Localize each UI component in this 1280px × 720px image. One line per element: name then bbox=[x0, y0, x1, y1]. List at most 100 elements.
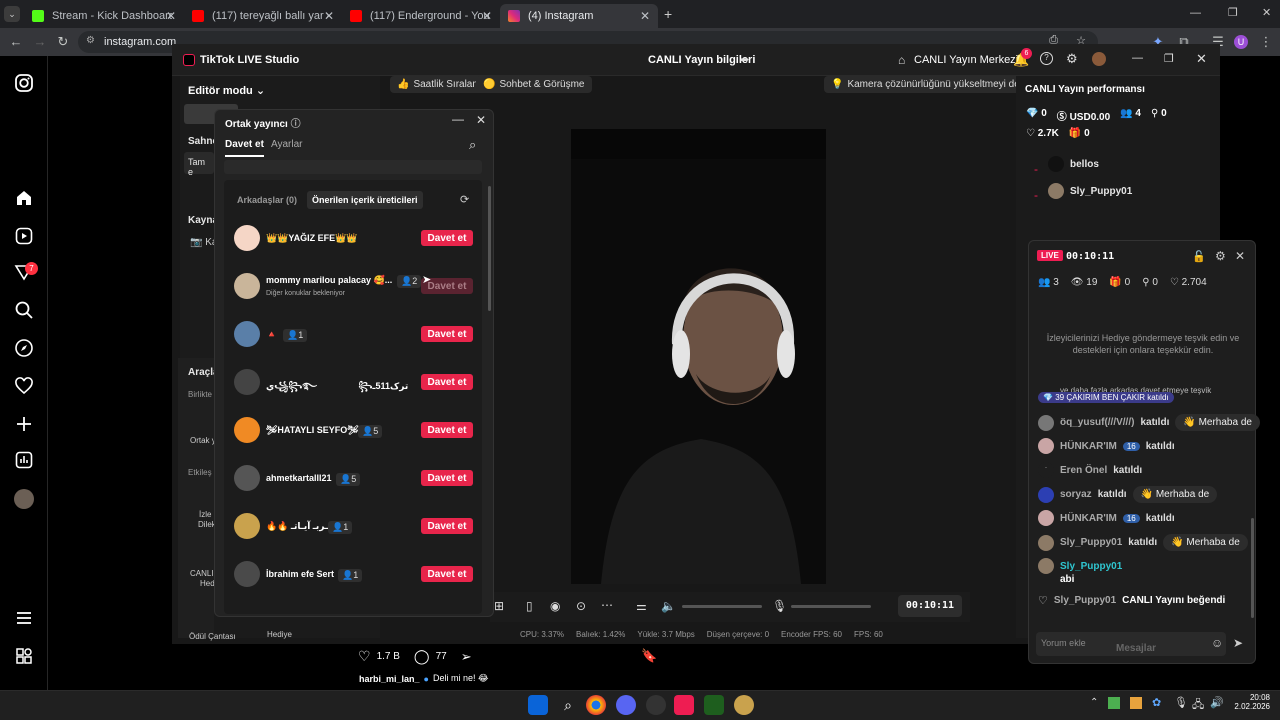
volume-icon[interactable]: 🔊 bbox=[1210, 696, 1224, 709]
invite-button[interactable]: Davet et bbox=[421, 566, 473, 582]
video-preview[interactable] bbox=[571, 129, 826, 584]
lock-icon[interactable]: 🔓 bbox=[1192, 250, 1206, 263]
tab-instagram[interactable]: (4) Instagram ✕ bbox=[500, 4, 658, 28]
live-goal-label[interactable]: CANLI bbox=[190, 569, 214, 578]
close-icon[interactable]: ✕ bbox=[482, 9, 492, 23]
chat-username[interactable]: Sly_Puppy01 bbox=[1054, 595, 1116, 606]
profile-avatar[interactable] bbox=[14, 489, 34, 509]
live-center-home-icon[interactable]: ⌂ bbox=[898, 53, 905, 67]
wave-button[interactable]: 👋 Merhaba de bbox=[1175, 414, 1260, 431]
search-box[interactable] bbox=[224, 160, 482, 174]
caption-username[interactable]: harbi_mi_lan_ bbox=[359, 674, 420, 684]
tray-app-icon[interactable] bbox=[1108, 697, 1120, 709]
new-tab-button[interactable]: + bbox=[664, 6, 672, 22]
settings-gear-icon[interactable]: ⚙ bbox=[1215, 249, 1226, 263]
refresh-icon[interactable]: ⟳ bbox=[460, 193, 469, 206]
reels-icon[interactable] bbox=[14, 226, 34, 246]
menu-dots-icon[interactable]: ⋮ bbox=[1258, 34, 1274, 50]
invite-button[interactable]: Davet et bbox=[421, 470, 473, 486]
send-icon[interactable]: ➤ bbox=[1233, 636, 1243, 650]
share-send-icon[interactable]: ➢ bbox=[461, 649, 472, 665]
save-bookmark-icon[interactable]: 🔖 bbox=[641, 648, 657, 664]
chat-username[interactable]: HÜNKAR'IM bbox=[1060, 441, 1117, 452]
goal-sub-label[interactable]: Hed bbox=[200, 579, 215, 588]
explore-icon[interactable] bbox=[14, 338, 34, 358]
scrollbar[interactable] bbox=[488, 186, 491, 311]
network-icon[interactable]: 🖧 bbox=[1192, 696, 1204, 715]
kick-app-icon[interactable] bbox=[704, 695, 724, 715]
more-dots-icon[interactable]: ⋯ bbox=[601, 598, 613, 612]
user-avatar[interactable] bbox=[1092, 52, 1106, 66]
reward-bag-label[interactable]: Ödül Çantası bbox=[189, 632, 236, 641]
meta-apps-icon[interactable] bbox=[14, 646, 34, 666]
chat-scrollbar[interactable] bbox=[1251, 518, 1254, 618]
tab-youtube-1[interactable]: (117) tereyağlı ballı yar - YouTube ✕ bbox=[184, 4, 342, 28]
chat-username[interactable]: soryaz bbox=[1060, 489, 1092, 500]
like-heart-icon[interactable]: ♡ bbox=[358, 648, 371, 665]
discord-icon[interactable] bbox=[616, 695, 636, 715]
tray-mic-icon[interactable]: 🎙 bbox=[1174, 696, 1188, 709]
app-icon[interactable] bbox=[734, 695, 754, 715]
comment-icon[interactable]: ◯ bbox=[414, 648, 430, 665]
minimize-icon[interactable]: — bbox=[452, 112, 464, 126]
chat-username[interactable]: HÜNKAR'IM bbox=[1060, 513, 1117, 524]
wave-button[interactable]: 👋 Merhaba de bbox=[1163, 534, 1248, 551]
search-icon[interactable]: ⌕ bbox=[469, 137, 476, 153]
close-icon[interactable]: ✕ bbox=[1235, 249, 1245, 263]
wave-button[interactable]: 👋 Merhaba de bbox=[1132, 486, 1218, 503]
chat-username[interactable]: Eren Önel bbox=[1060, 465, 1107, 476]
friends-subtab[interactable]: Arkadaşlar (0) bbox=[237, 195, 297, 205]
back-icon[interactable]: ← bbox=[8, 34, 24, 50]
chat-username[interactable]: öq_yusuf(///V///) bbox=[1060, 417, 1134, 428]
invite-button[interactable]: Davet et bbox=[421, 326, 473, 342]
site-info-icon[interactable]: ⚙ bbox=[86, 35, 95, 46]
notifications-heart-icon[interactable] bbox=[14, 376, 34, 396]
restore-window-icon[interactable]: ❐ bbox=[1228, 6, 1238, 19]
editor-mode-dropdown[interactable]: Editör modu ⌄ bbox=[188, 84, 265, 97]
top-viewer-name[interactable]: bellos bbox=[1070, 159, 1099, 170]
minimize-window-icon[interactable]: — bbox=[1190, 7, 1201, 19]
microphone-icon[interactable]: 🎙 bbox=[772, 599, 787, 613]
chat-username[interactable]: Sly_Puppy01 bbox=[1060, 561, 1122, 572]
invite-button[interactable]: Davet et bbox=[421, 374, 473, 390]
tab-settings[interactable]: Ayarlar bbox=[271, 139, 303, 150]
clock[interactable]: 20:08 2.02.2026 bbox=[1230, 693, 1270, 711]
close-icon[interactable]: ✕ bbox=[1196, 51, 1207, 67]
mic-slider[interactable] bbox=[791, 605, 871, 608]
close-window-icon[interactable]: ✕ bbox=[1262, 6, 1271, 19]
screenshot-icon[interactable]: ⊙ bbox=[576, 599, 586, 613]
invite-button[interactable]: Davet et bbox=[421, 230, 473, 246]
volume-slider[interactable] bbox=[682, 605, 762, 608]
chat-username[interactable]: Sly_Puppy01 bbox=[1060, 537, 1122, 548]
invite-button[interactable]: Davet et bbox=[421, 422, 473, 438]
close-icon[interactable]: ✕ bbox=[640, 9, 650, 23]
scene-item[interactable]: Tam e bbox=[184, 152, 214, 177]
start-windows-icon[interactable] bbox=[528, 695, 548, 715]
phone-icon[interactable]: ▯ bbox=[526, 599, 533, 613]
chat-meeting-pill[interactable]: 🟡 Sohbet & Görüşme bbox=[476, 76, 592, 93]
help-icon[interactable]: ? bbox=[1040, 52, 1053, 65]
minimize-icon[interactable]: — bbox=[1132, 52, 1143, 64]
home-icon[interactable] bbox=[14, 188, 34, 208]
restore-icon[interactable]: ❐ bbox=[1164, 52, 1174, 65]
obs-icon[interactable] bbox=[646, 695, 666, 715]
tab-youtube-2[interactable]: (117) Enderground - YouTube ✕ bbox=[342, 4, 500, 28]
close-icon[interactable]: ✕ bbox=[476, 113, 486, 127]
emoji-icon[interactable]: ☺ bbox=[1211, 636, 1223, 650]
settings-gear-icon[interactable]: ⚙ bbox=[1066, 51, 1078, 67]
tiktok-studio-icon[interactable] bbox=[674, 695, 694, 715]
chat-user-pill[interactable]: 💎 39 ÇAKIRIM BEN ÇAKIR katıldı bbox=[1038, 392, 1174, 403]
search-icon[interactable]: ⌕ bbox=[558, 695, 578, 715]
create-plus-icon[interactable] bbox=[14, 414, 34, 434]
tray-app-icon[interactable]: ✿ bbox=[1152, 696, 1161, 709]
chrome-icon[interactable] bbox=[586, 695, 606, 715]
viewer-requests-label[interactable]: İzle bbox=[199, 510, 211, 519]
tray-app-icon[interactable] bbox=[1130, 697, 1142, 709]
top-viewer-name[interactable]: Sly_Puppy01 bbox=[1070, 186, 1132, 197]
gift-tool-label[interactable]: Hediye bbox=[267, 630, 292, 639]
reload-icon[interactable]: ↻ bbox=[55, 34, 71, 50]
close-icon[interactable]: ✕ bbox=[166, 9, 176, 23]
profile-avatar[interactable]: U bbox=[1234, 35, 1248, 49]
tab-search-button[interactable]: ⌄ bbox=[4, 6, 20, 22]
search-icon[interactable] bbox=[14, 300, 34, 320]
